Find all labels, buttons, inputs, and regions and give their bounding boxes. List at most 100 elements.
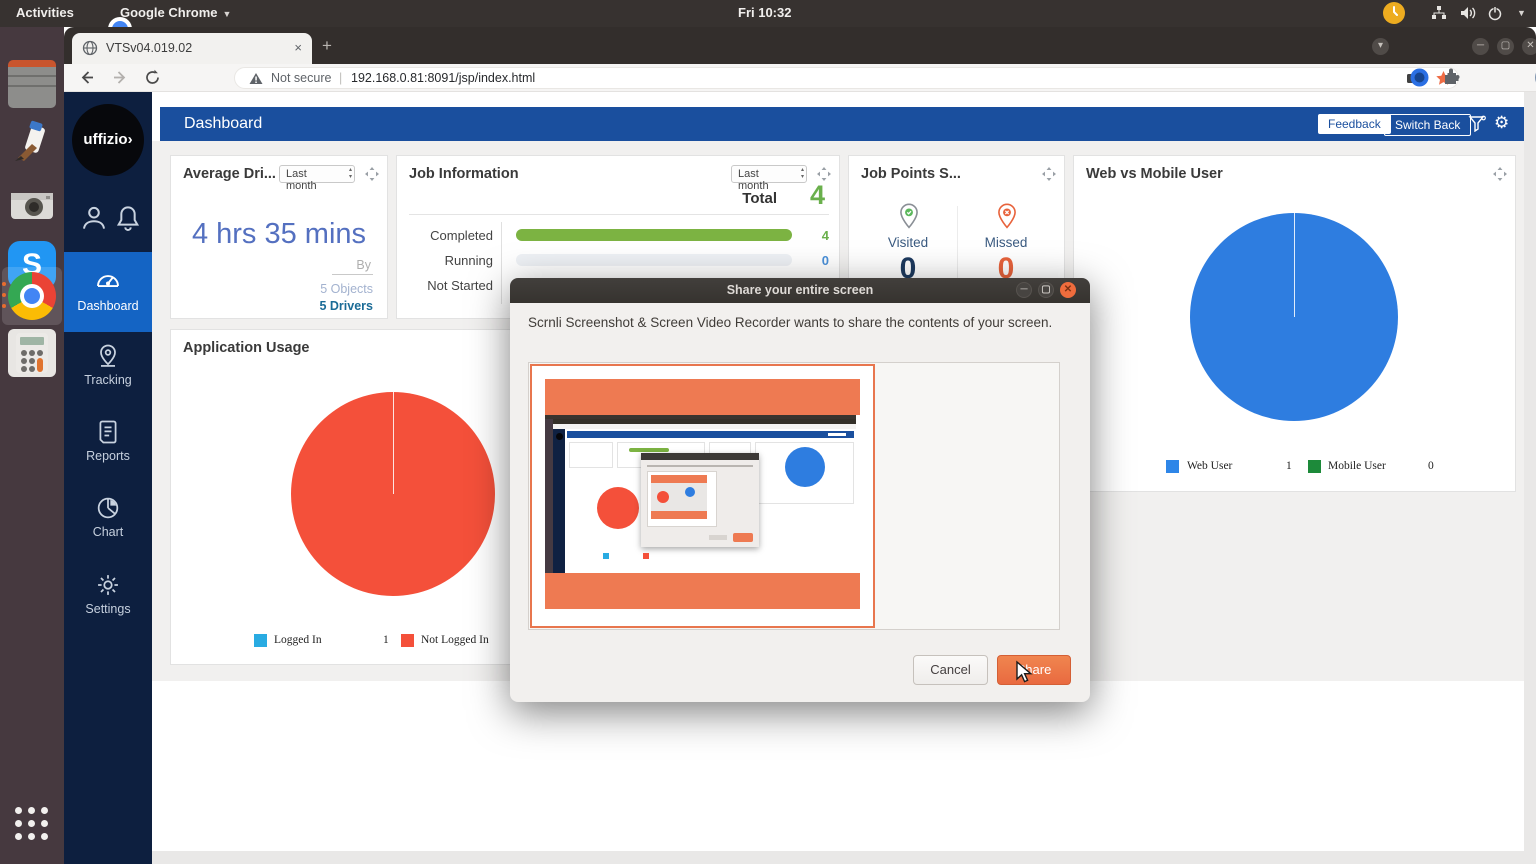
forward-icon[interactable]: [112, 69, 129, 91]
feedback-button[interactable]: Feedback: [1318, 114, 1391, 134]
bar-label: Completed: [405, 228, 493, 243]
back-icon[interactable]: [78, 69, 95, 91]
drag-handle-icon[interactable]: [1493, 167, 1507, 186]
dialog-title-bar[interactable]: Share your entire screen ─ ▢ ✕: [510, 278, 1090, 303]
visited-label: Visited: [863, 235, 953, 250]
paint-app-icon[interactable]: [8, 118, 56, 166]
tab-close-icon[interactable]: ×: [294, 40, 302, 55]
network-icon[interactable]: [1431, 6, 1447, 23]
objects-count[interactable]: 5 Objects: [320, 282, 373, 296]
letterbox-band: [545, 379, 860, 415]
settings-gear-icon[interactable]: ⚙: [1494, 113, 1509, 133]
sidebar-item-tracking[interactable]: Tracking: [64, 340, 152, 400]
camera-app-icon[interactable]: [8, 181, 56, 229]
calculator-icon[interactable]: [8, 329, 56, 377]
url-text[interactable]: 192.168.0.81:8091/jsp/index.html: [351, 71, 535, 85]
legend-label: Web User: [1187, 460, 1232, 472]
drivers-count[interactable]: 5 Drivers: [319, 299, 373, 313]
total-value: 4: [810, 180, 825, 211]
drag-handle-icon[interactable]: [365, 167, 379, 186]
application-usage-pie-chart[interactable]: [291, 392, 495, 596]
screen-preview-list: [528, 362, 1060, 630]
file-cabinet-icon[interactable]: [8, 60, 56, 108]
card-title: Web vs Mobile User: [1086, 166, 1223, 182]
new-tab-button[interactable]: +: [322, 36, 332, 56]
legend-value: 0: [1428, 460, 1434, 472]
dialog-message: Scrnli Screenshot & Screen Video Recorde…: [528, 312, 1072, 333]
uffizio-logo: uffizio›: [72, 104, 144, 176]
extension-badge-icon[interactable]: [1410, 68, 1429, 92]
total-label: Total: [742, 190, 777, 207]
chrome-dock-icon[interactable]: [8, 272, 56, 320]
address-bar[interactable]: Not secure | 192.168.0.81:8091/jsp/index…: [234, 67, 1459, 89]
card-title: Job Points S...: [861, 166, 961, 182]
page-bottom-margin: [152, 851, 1536, 864]
legend-value: 1: [1286, 460, 1292, 472]
dialog-minimize-icon[interactable]: ─: [1016, 282, 1032, 298]
average-driving-value: 4 hrs 35 mins: [171, 218, 387, 251]
bar-value: 0: [822, 253, 829, 268]
letterbox-band: [545, 573, 860, 609]
sidebar-item-settings[interactable]: Settings: [64, 569, 152, 629]
browser-tab-strip: VTSv04.019.02 × + ▾ ─ ▢ ✕: [64, 27, 1536, 64]
dashboard-gauge-icon: [64, 266, 152, 299]
period-select[interactable]: Last month: [731, 165, 807, 183]
legend-label: Mobile User: [1328, 460, 1386, 472]
window-maximize-button[interactable]: ▢: [1497, 38, 1514, 55]
filter-funnel-icon[interactable]: [1468, 115, 1486, 137]
os-top-bar: Activities Google Chrome▼ Fri 10:32 ▼: [0, 0, 1536, 27]
extensions-puzzle-icon[interactable]: [1442, 68, 1460, 91]
missed-pin-icon: [993, 202, 1021, 237]
switch-back-button[interactable]: Switch Back: [1384, 114, 1471, 136]
share-screen-dialog: Share your entire screen ─ ▢ ✕ Scrnli Sc…: [510, 278, 1090, 702]
window-close-button[interactable]: ✕: [1522, 38, 1536, 55]
bar-completed: [516, 229, 792, 241]
dock: S: [0, 27, 64, 864]
notifications-bell-icon[interactable]: [112, 202, 144, 239]
legend-swatch-mobile-user: [1308, 460, 1321, 473]
dialog-close-icon[interactable]: ✕: [1060, 282, 1076, 298]
bar-value: 4: [822, 228, 829, 243]
sidebar-item-chart[interactable]: Chart: [64, 492, 152, 552]
drag-handle-icon[interactable]: [1042, 167, 1056, 186]
not-secure-warning-icon[interactable]: [249, 72, 263, 88]
globe-favicon: [82, 40, 98, 59]
page-title: Dashboard: [184, 115, 262, 133]
web-mobile-pie-chart[interactable]: [1190, 213, 1398, 421]
sidebar-item-reports[interactable]: Reports: [64, 416, 152, 476]
report-document-icon: [64, 418, 152, 449]
power-icon[interactable]: [1487, 5, 1503, 24]
volume-icon[interactable]: [1460, 6, 1477, 23]
system-menu-caret[interactable]: ▼: [1517, 8, 1526, 18]
page-right-margin: [1524, 92, 1536, 864]
user-icon[interactable]: [78, 202, 110, 239]
web-vs-mobile-card: Web vs Mobile User Web User 1 Mobile Use…: [1073, 155, 1516, 492]
chevron-down-icon: ▼: [223, 9, 232, 19]
sidebar-item-dashboard[interactable]: Dashboard: [64, 252, 152, 332]
running-indicator-dot: [2, 282, 6, 286]
clock[interactable]: Fri 10:32: [738, 5, 791, 20]
window-minimize-button[interactable]: ─: [1472, 38, 1489, 55]
mouse-cursor: [1014, 660, 1036, 684]
dialog-maximize-icon[interactable]: ▢: [1038, 282, 1054, 298]
by-label: By: [332, 258, 373, 275]
recorder-status-icon[interactable]: [1383, 2, 1405, 24]
security-label[interactable]: Not secure: [271, 71, 331, 85]
browser-tab[interactable]: VTSv04.019.02 ×: [72, 33, 312, 64]
axis-line: [501, 222, 502, 304]
app-menu[interactable]: Google Chrome▼: [120, 5, 231, 20]
average-driving-card: Average Dri... Last month 4 hrs 35 mins …: [170, 155, 388, 319]
app-header: Dashboard Feedback Switch Back ⚙: [160, 107, 1524, 141]
cancel-button[interactable]: Cancel: [913, 655, 988, 685]
period-select[interactable]: Last month: [279, 165, 355, 183]
legend-swatch-web-user: [1166, 460, 1179, 473]
tab-title: VTSv04.019.02: [106, 41, 192, 55]
show-applications-button[interactable]: [13, 805, 51, 843]
activities-button[interactable]: Activities: [16, 5, 74, 20]
dialog-title: Share your entire screen: [727, 283, 874, 297]
screen-preview-thumbnail[interactable]: [530, 364, 875, 628]
pie-chart-icon: [64, 494, 152, 525]
reload-icon[interactable]: [144, 69, 161, 91]
tab-search-icon[interactable]: ▾: [1372, 38, 1389, 55]
legend-label: Logged In: [274, 634, 322, 646]
